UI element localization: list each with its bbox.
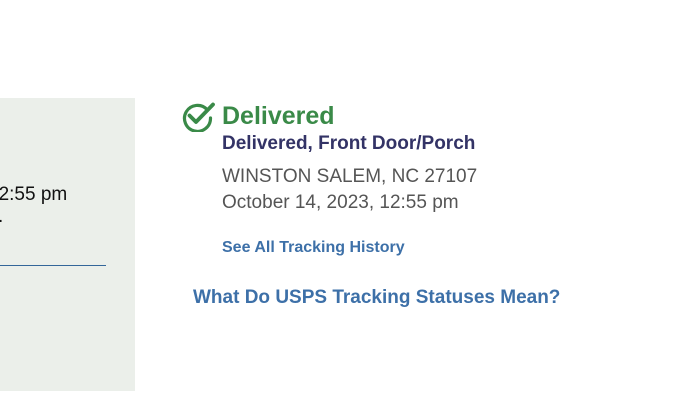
check-circle-icon	[182, 102, 215, 132]
sidebar-link-underline[interactable]	[0, 265, 106, 266]
delivery-status-detail: Delivered, Front Door/Porch	[222, 133, 476, 154]
tracking-sidebar-panel: 12:55 pm .	[0, 98, 135, 391]
sidebar-time-text: 12:55 pm	[0, 184, 68, 205]
tracking-statuses-faq-link[interactable]: What Do USPS Tracking Statuses Mean?	[193, 287, 560, 309]
delivery-location: WINSTON SALEM, NC 27107	[222, 166, 478, 187]
delivery-datetime: October 14, 2023, 12:55 pm	[222, 192, 459, 213]
tracking-page: 12:55 pm . Delivered Delivered, Front Do…	[0, 0, 690, 415]
sidebar-text-fragment: .	[0, 206, 3, 228]
delivery-status-row: Delivered	[180, 100, 335, 132]
see-all-tracking-history-link[interactable]: See All Tracking History	[222, 239, 405, 257]
delivery-status-title: Delivered	[222, 102, 335, 130]
